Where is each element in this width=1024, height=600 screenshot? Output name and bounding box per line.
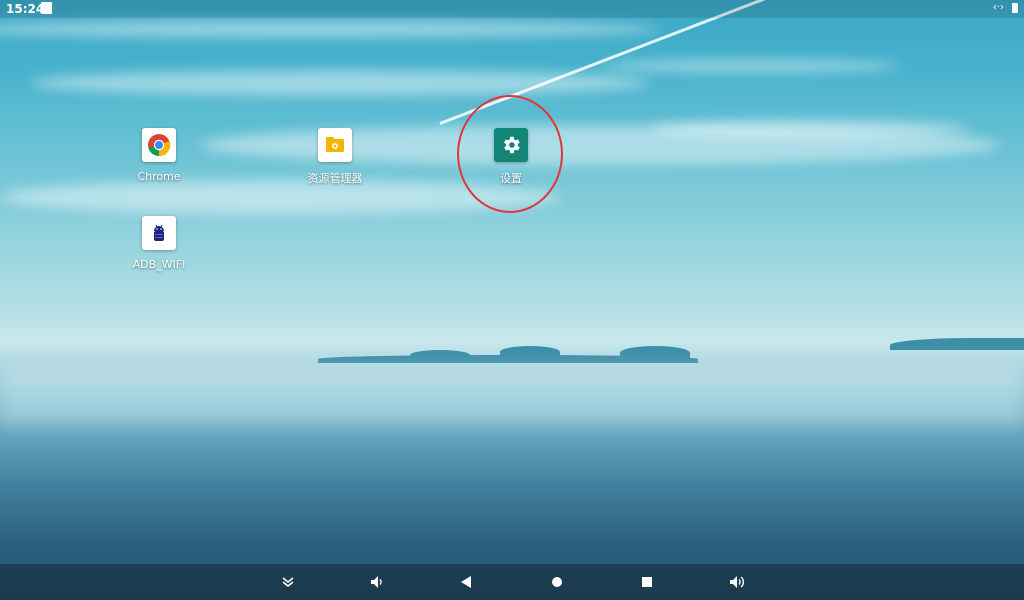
home-icon: [552, 577, 562, 587]
app-chrome[interactable]: Chrome: [109, 128, 209, 183]
app-label: Chrome: [137, 170, 181, 183]
recents-icon: [642, 577, 652, 587]
hide-bar-icon: [282, 577, 294, 588]
back-button[interactable]: [455, 572, 477, 592]
notification-icon: [41, 2, 52, 14]
navigation-bar: [0, 564, 1024, 600]
battery-icon: [1012, 3, 1018, 13]
highlight-circle: [457, 95, 563, 213]
recents-button[interactable]: [636, 572, 658, 592]
chrome-icon: [142, 128, 176, 162]
app-adb-wifi[interactable]: ADB_WIFI: [109, 216, 209, 271]
back-icon: [461, 576, 471, 588]
hide-bar-button[interactable]: [277, 572, 299, 592]
app-label: ADB_WIFI: [132, 258, 186, 271]
home-button[interactable]: [546, 572, 568, 592]
volume-up-icon: [730, 576, 745, 588]
file-manager-icon: [318, 128, 352, 162]
status-bar: 15:24 ‹·›: [0, 0, 1024, 18]
app-label: 资源管理器: [307, 172, 363, 185]
app-file-manager[interactable]: 资源管理器: [285, 128, 385, 186]
volume-up-button[interactable]: [726, 572, 748, 592]
volume-down-icon: [371, 576, 382, 588]
volume-down-button[interactable]: [366, 572, 388, 592]
status-time: 15:24: [6, 2, 45, 16]
adb-icon: ‹·›: [992, 2, 1004, 13]
android-icon: [142, 216, 176, 250]
